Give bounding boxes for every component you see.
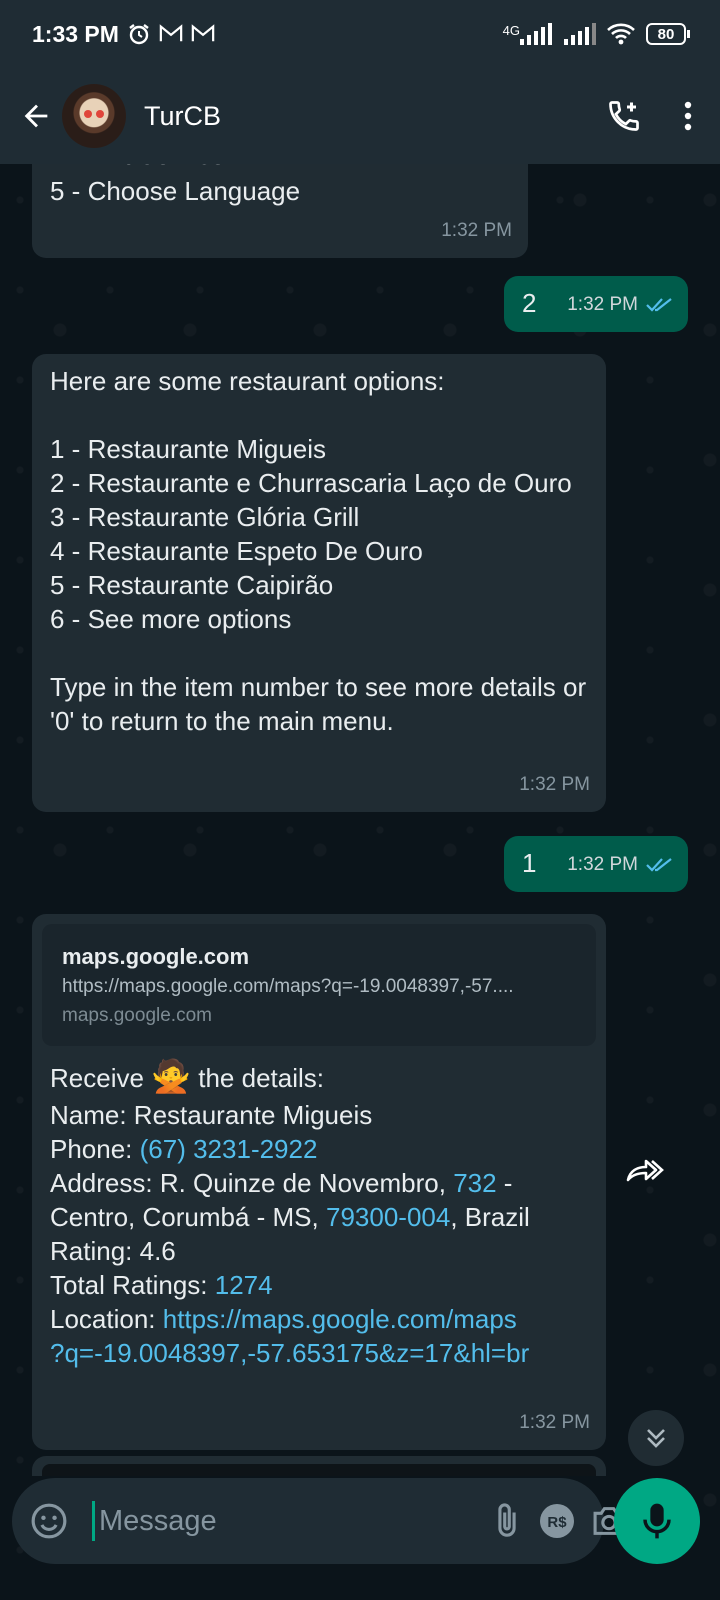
double-check-read-icon [646,298,672,312]
forward-icon [626,1159,664,1182]
contact-name[interactable]: TurCB [144,101,592,132]
message-text-partial: 4 - Exit Service [50,164,225,172]
chat-header: TurCB [0,68,720,164]
message-time: 1:32 PM [519,774,590,795]
message-time: 1:32 PM [567,854,638,875]
signal-icon [564,23,596,45]
link-preview[interactable]: maps.google.com https://maps.google.com/… [42,924,596,1046]
message-body: Receive 🙅 the details: Name: Restaurante… [32,1046,606,1370]
link-preview-url: https://maps.google.com/maps?q=-19.00483… [62,976,514,997]
attach-button[interactable] [490,1497,524,1545]
gesture-emoji: 🙅 [151,1058,192,1094]
total-ratings-line: Total Ratings: 1274 [50,1268,588,1302]
total-ratings-label: Total Ratings: [50,1270,215,1300]
phone-link[interactable]: (67) 3231-2922 [140,1134,318,1164]
add-call-button[interactable] [592,84,656,148]
scroll-to-bottom-button[interactable] [628,1410,684,1466]
more-options-button[interactable] [656,84,720,148]
network-type: 4G [502,23,520,38]
forward-button[interactable] [624,1150,664,1190]
battery-level: 80 [646,23,686,45]
address-text: , Brazil [450,1202,530,1232]
avatar[interactable] [62,84,126,148]
receive-text: the details: [198,1063,324,1093]
message-text: Here are some restaurant options: 1 - Re… [50,366,587,736]
payment-button[interactable]: R$ [538,1497,576,1545]
message-text: 5 - Choose Language [50,176,301,206]
voice-message-button[interactable] [614,1478,700,1564]
rating-line: Rating: 4.6 [50,1236,176,1266]
more-vert-icon [684,101,692,131]
location-label: Location: [50,1304,163,1334]
status-bar: 1:33 PM 4G 80 [0,0,720,68]
double-chevron-down-icon [647,1429,665,1448]
message-bubble-outgoing[interactable]: 1 1:32 PM [504,836,688,892]
back-arrow-icon [24,104,48,128]
battery-icon: 80 [646,23,690,45]
message-meta: 1:32 PM [567,854,674,876]
total-ratings-link[interactable]: 1274 [215,1270,273,1300]
location-link[interactable]: ?q=-19.0048397,-57.653175&z=17&hl=br [50,1338,529,1368]
location-link[interactable]: https://maps.google.com/maps [163,1304,517,1334]
phone-line: Phone: (67) 3231-2922 [50,1132,588,1166]
message-bubble-outgoing[interactable]: 2 1:32 PM [504,276,688,332]
address-number-link[interactable]: 732 [453,1168,496,1198]
message-bubble-incoming[interactable]: 4 - Exit Service 5 - Choose Language 1:3… [32,164,528,258]
address-label: Address: R. Quinze de Novembro, [50,1168,454,1198]
next-message-peek [32,1456,606,1476]
gmail-icon [191,22,215,46]
svg-text:R$: R$ [547,1514,567,1531]
message-bubble-incoming[interactable]: Here are some restaurant options: 1 - Re… [32,354,606,812]
address-line: Address: R. Quinze de Novembro, 732 - Ce… [50,1166,588,1234]
receive-text: Receive [50,1063,144,1093]
back-button[interactable] [4,84,68,148]
message-time: 1:32 PM [519,1412,590,1433]
message-input[interactable] [92,1501,476,1541]
message-bubble-incoming[interactable]: maps.google.com https://maps.google.com/… [32,914,606,1450]
message-text: 2 [522,288,537,318]
payment-brl-icon: R$ [540,1504,574,1538]
emoji-button[interactable] [30,1501,68,1541]
microphone-icon [643,1503,671,1539]
location-line: Location: https://maps.google.com/maps ?q… [50,1302,588,1370]
receive-line: Receive 🙅 the details: [50,1056,588,1098]
link-preview-domain: maps.google.com [62,1005,212,1026]
signal-4g-icon: 4G [503,23,554,45]
phone-label: Phone: [50,1134,140,1164]
name-line: Name: Restaurante Migueis [50,1100,373,1130]
message-meta: 1:32 PM [567,294,674,316]
wifi-icon [606,22,636,46]
zip-link[interactable]: 79300-004 [326,1202,450,1232]
message-time: 1:32 PM [441,220,512,241]
chat-area[interactable]: 4 - Exit Service 5 - Choose Language 1:3… [0,164,720,1476]
add-call-icon [609,101,639,131]
message-text: 1 [522,848,537,878]
message-time: 1:32 PM [567,294,638,315]
gmail-icon [159,22,183,46]
link-preview-title: maps.google.com [62,944,250,969]
alarm-icon [127,22,151,46]
paperclip-icon [498,1503,516,1537]
message-composer: R$ [12,1478,625,1564]
status-time: 1:33 PM [32,20,119,47]
double-check-read-icon [646,858,672,872]
emoji-icon [31,1503,67,1539]
